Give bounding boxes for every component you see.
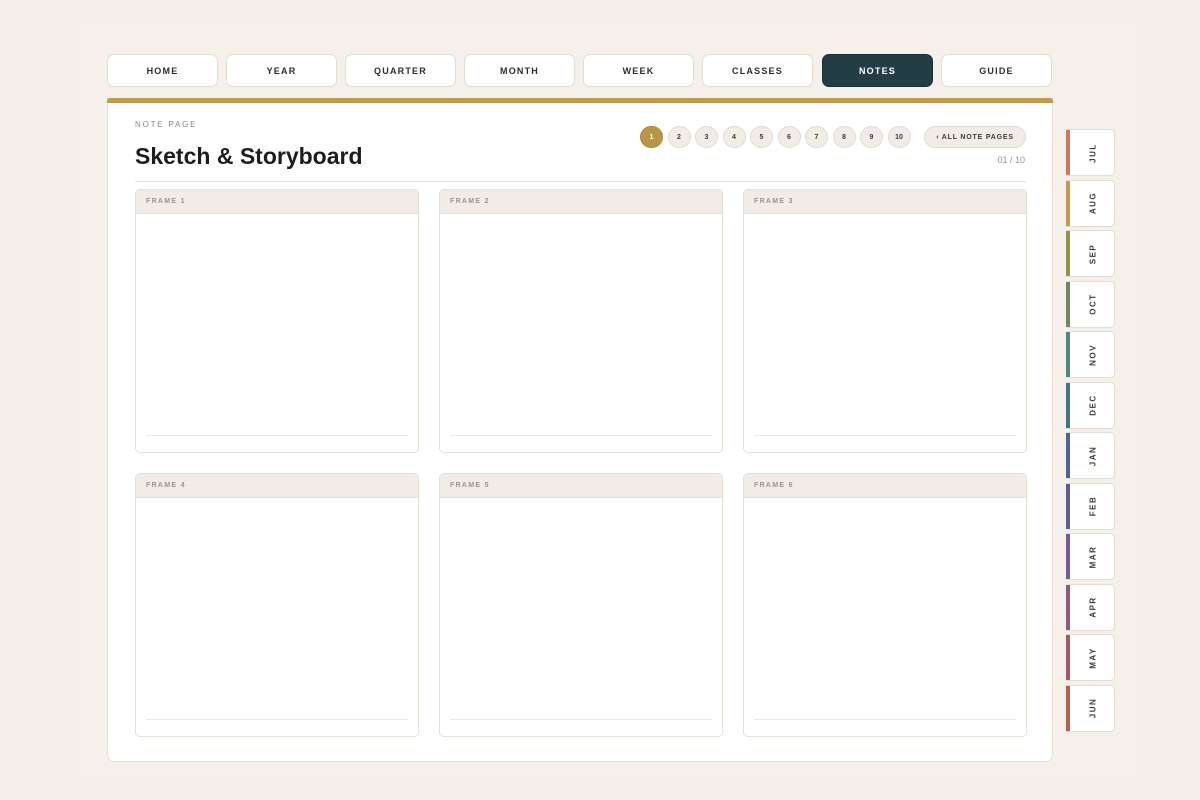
nav-year-button[interactable]: YEAR [226, 54, 337, 87]
page-button-9[interactable]: 9 [860, 126, 883, 148]
tab-label: JUL [1088, 142, 1098, 163]
frame-caption-line [450, 435, 712, 436]
tab-label: JUN [1088, 697, 1098, 719]
month-tabs: JUL AUG SEP OCT NOV DEC JAN FEB MAR APR … [1066, 129, 1116, 733]
nav-quarter-button[interactable]: QUARTER [345, 54, 456, 87]
page-button-8[interactable]: 8 [832, 126, 856, 148]
tab-color-strip [1066, 130, 1070, 175]
tab-label: APR [1088, 596, 1098, 618]
month-tab-sep[interactable]: SEP [1066, 230, 1115, 277]
page-eyebrow: NOTE PAGE [135, 120, 198, 129]
tab-label: MAR [1088, 545, 1098, 568]
tab-color-strip [1066, 483, 1070, 529]
page-button-10[interactable]: 10 [887, 126, 911, 148]
month-tab-apr[interactable]: APR [1066, 583, 1115, 631]
tab-color-strip [1066, 635, 1070, 680]
tab-color-strip [1066, 584, 1070, 630]
month-tab-jan[interactable]: JAN [1066, 432, 1115, 479]
frame-caption-line [146, 719, 408, 720]
tab-color-strip [1066, 685, 1070, 731]
month-tab-feb[interactable]: FEB [1066, 482, 1115, 530]
tab-label: FEB [1088, 495, 1098, 517]
tab-color-strip [1066, 180, 1070, 226]
note-page: NOTE PAGE Sketch & Storyboard 1 2 3 4 5 … [107, 98, 1053, 762]
month-tab-dec[interactable]: DEC [1066, 381, 1115, 429]
tab-color-strip [1066, 332, 1070, 377]
nav-week-button[interactable]: WEEK [583, 54, 694, 87]
tab-color-strip [1066, 382, 1070, 428]
frame-caption-line [146, 435, 408, 436]
tab-label: MAY [1088, 646, 1098, 669]
month-tab-aug[interactable]: AUG [1066, 179, 1115, 227]
storyboard-frame-5[interactable]: FRAME 5 [439, 473, 723, 737]
tab-label: NOV [1088, 343, 1098, 366]
header-divider [135, 181, 1026, 182]
month-tab-jul[interactable]: JUL [1066, 129, 1115, 176]
frame-label: FRAME 5 [440, 474, 722, 498]
tab-color-strip [1066, 281, 1070, 327]
month-tab-nov[interactable]: NOV [1066, 331, 1115, 378]
page-title: Sketch & Storyboard [135, 143, 363, 169]
nav-guide-button[interactable]: GUIDE [941, 54, 1052, 87]
tab-color-strip [1066, 231, 1070, 276]
page-counter: 01 / 10 [997, 155, 1025, 165]
tab-color-strip [1066, 534, 1070, 579]
frame-label: FRAME 1 [136, 190, 418, 214]
frame-label: FRAME 2 [440, 190, 722, 214]
storyboard-frame-2[interactable]: FRAME 2 [439, 189, 723, 453]
nav-notes-button[interactable]: NOTES [822, 54, 933, 87]
nav-month-button[interactable]: MONTH [464, 54, 575, 87]
tab-color-strip [1066, 433, 1070, 478]
page-button-1[interactable]: 1 [640, 126, 663, 148]
frame-label: FRAME 6 [744, 474, 1026, 498]
storyboard-frame-4[interactable]: FRAME 4 [135, 473, 419, 737]
top-navigation: HOME YEAR QUARTER MONTH WEEK CLASSES NOT… [107, 54, 1053, 89]
nav-classes-button[interactable]: CLASSES [702, 54, 813, 87]
page-button-2[interactable]: 2 [667, 126, 691, 148]
frame-label: FRAME 4 [136, 474, 418, 498]
month-tab-may[interactable]: MAY [1066, 634, 1115, 681]
frame-caption-line [450, 719, 712, 720]
page-button-5[interactable]: 5 [750, 126, 773, 148]
all-note-pages-button[interactable]: ‹ ALL NOTE PAGES [924, 126, 1026, 148]
frame-label: FRAME 3 [744, 190, 1026, 214]
page-button-4[interactable]: 4 [722, 126, 746, 148]
storyboard-frame-3[interactable]: FRAME 3 [743, 189, 1027, 453]
month-tab-mar[interactable]: MAR [1066, 533, 1115, 580]
page-button-6[interactable]: 6 [777, 126, 801, 148]
tab-label: OCT [1088, 293, 1098, 315]
tab-label: JAN [1088, 445, 1098, 466]
storyboard-frame-6[interactable]: FRAME 6 [743, 473, 1027, 737]
page-button-7[interactable]: 7 [805, 126, 828, 148]
tab-label: DEC [1088, 394, 1098, 416]
frame-caption-line [754, 435, 1016, 436]
page-accent-bar [107, 98, 1053, 103]
frame-caption-line [754, 719, 1016, 720]
tab-label: SEP [1088, 243, 1098, 264]
nav-home-button[interactable]: HOME [107, 54, 218, 87]
month-tab-oct[interactable]: OCT [1066, 280, 1115, 328]
page-button-3[interactable]: 3 [695, 126, 718, 148]
storyboard-frame-1[interactable]: FRAME 1 [135, 189, 419, 453]
tab-label: AUG [1088, 191, 1098, 215]
month-tab-jun[interactable]: JUN [1066, 684, 1115, 732]
